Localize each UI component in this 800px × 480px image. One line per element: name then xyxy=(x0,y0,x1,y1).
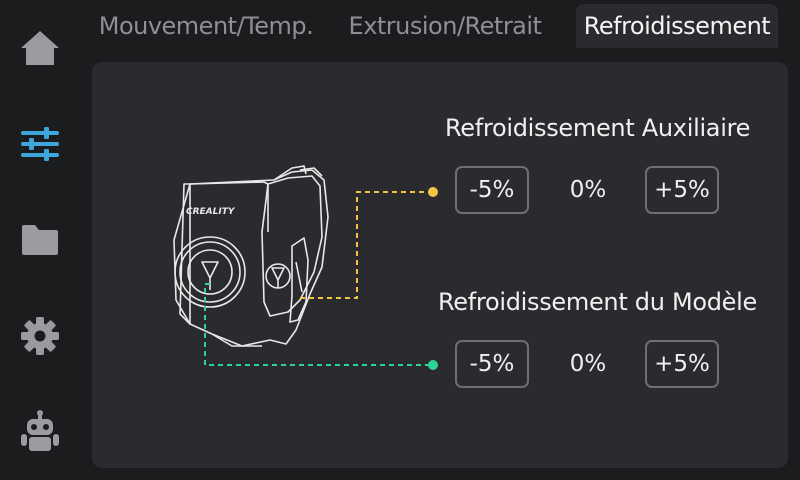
auxiliary-connector-dot xyxy=(428,187,438,197)
tab-bar: Mouvement/Temp. Extrusion/Retrait Refroi… xyxy=(80,0,800,50)
model-fan-title: Refroidissement du Modèle xyxy=(438,288,757,316)
model-connector-dot xyxy=(428,360,438,370)
sidebar-item-files[interactable] xyxy=(0,208,80,272)
tab-extrusion-retraction[interactable]: Extrusion/Retrait xyxy=(336,4,554,48)
folder-icon xyxy=(22,225,58,255)
auxiliary-fan-title: Refroidissement Auxiliaire xyxy=(445,114,751,142)
sidebar-item-settings-sliders[interactable] xyxy=(0,112,80,176)
cooling-panel: CREALITY Refroidissement Auxiliaire -5% … xyxy=(92,62,788,468)
printhead-brand-text: CREALITY xyxy=(186,207,236,217)
printhead-illustration xyxy=(173,165,329,347)
tab-label: Mouvement/Temp. xyxy=(98,12,314,40)
model-connector-line xyxy=(204,283,433,366)
sidebar-item-system-settings[interactable] xyxy=(0,304,80,368)
auxiliary-fan-value: 0% xyxy=(569,177,607,203)
model-fan-value: 0% xyxy=(569,351,607,377)
auxiliary-fan-increase-button[interactable]: +5% xyxy=(645,166,719,214)
robot-icon xyxy=(21,410,59,451)
gear-icon xyxy=(21,317,59,355)
auxiliary-fan-decrease-button[interactable]: -5% xyxy=(455,166,529,214)
sidebar xyxy=(0,0,80,480)
tab-cooling[interactable]: Refroidissement xyxy=(576,4,778,48)
model-fan-increase-button[interactable]: +5% xyxy=(645,340,719,388)
sidebar-item-assistant[interactable] xyxy=(0,400,80,464)
model-fan-decrease-button[interactable]: -5% xyxy=(455,340,529,388)
tab-label: Extrusion/Retrait xyxy=(348,12,542,40)
sidebar-item-home[interactable] xyxy=(0,16,80,80)
tab-label: Refroidissement xyxy=(583,12,771,40)
sliders-icon xyxy=(21,127,59,161)
tab-movement-temperature[interactable]: Mouvement/Temp. xyxy=(86,4,326,48)
home-icon xyxy=(21,31,59,65)
